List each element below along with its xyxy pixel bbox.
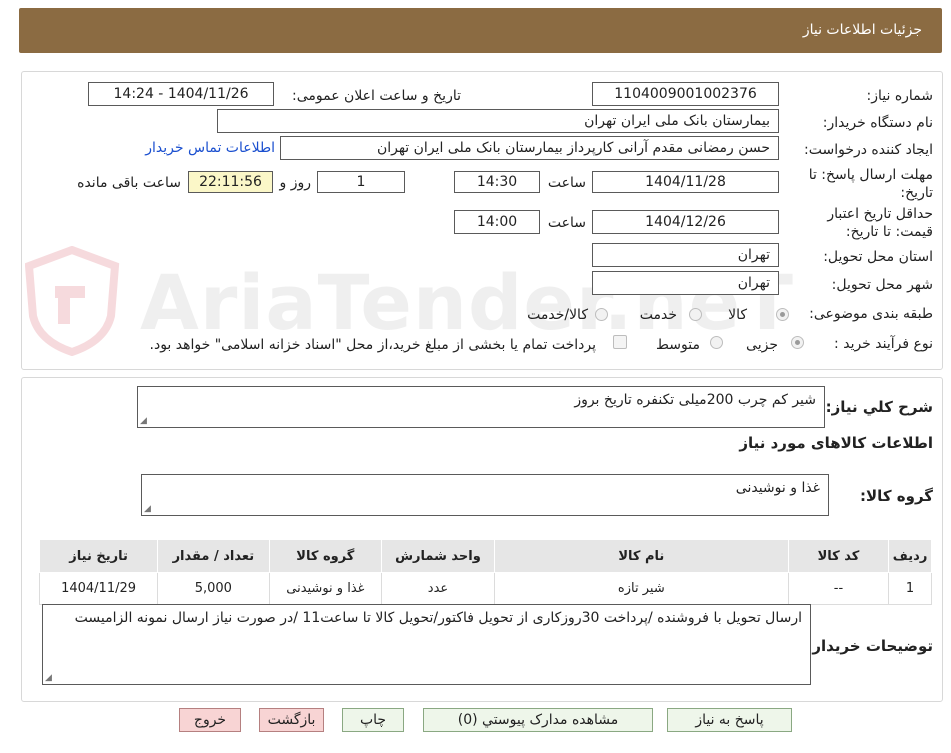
buyer-notes-textarea[interactable]: ارسال تحویل با فروشنده /پرداخت 30روزکاری…: [42, 604, 811, 685]
validity-time-label: ساعت: [547, 215, 586, 231]
category-label: طبقه بندی موضوعی:: [809, 306, 933, 322]
table-header-unit: واحد شمارش: [381, 539, 495, 573]
exit-button[interactable]: خروج: [179, 708, 241, 732]
cell-group: غذا و نوشیدنی: [268, 572, 383, 605]
category-radio-goods-service[interactable]: [595, 308, 608, 321]
requester-field: حسن رمضانی مقدم آرانی کارپرداز بیمارستان…: [280, 136, 779, 160]
cell-code: --: [787, 572, 890, 605]
resize-grip-icon[interactable]: ◢: [144, 504, 151, 514]
cell-name: شیر تازه: [493, 572, 789, 605]
city-field: تهران: [592, 271, 779, 295]
deadline-time-field: 14:30: [454, 171, 540, 193]
validity-label: حداقل تاریخ اعتبار قیمت: تا تاریخ:: [827, 206, 933, 240]
validity-date-field: 1404/12/26: [592, 210, 779, 234]
city-label: شهر محل تحویل:: [831, 277, 933, 293]
table-header-group: گروه کالا: [268, 539, 383, 573]
province-label: استان محل تحویل:: [823, 249, 933, 265]
requester-label: ایجاد کننده درخواست:: [804, 142, 933, 158]
process-radio-partial[interactable]: [791, 336, 804, 349]
announce-label: تاریخ و ساعت اعلان عمومی:: [292, 88, 461, 104]
process-label: نوع فرآیند خرید :: [834, 336, 933, 352]
need-number-field: 1104009001002376: [592, 82, 779, 106]
days-field: 1: [317, 171, 405, 193]
resize-grip-icon[interactable]: ◢: [45, 673, 52, 683]
goods-info-title: اطلاعات کالاهای مورد نیاز: [739, 434, 933, 452]
province-field: تهران: [592, 243, 779, 267]
summary-textarea[interactable]: شیر کم چرب 200میلی تکنفره تاریخ بروز ◢: [137, 386, 825, 428]
treasury-note: پرداخت تمام یا بخشی از مبلغ خرید،از محل …: [149, 337, 596, 353]
table-header-row: ردیف کد کالا نام کالا واحد شمارش گروه کا…: [38, 539, 932, 573]
attachments-button[interactable]: مشاهده مدارک پیوستي (0): [423, 708, 653, 732]
category-option-service: خدمت: [639, 307, 677, 323]
table-header-row-index: ردیف: [888, 539, 932, 573]
cell-quantity: 5,000: [157, 572, 270, 605]
deadline-time-label: ساعت: [547, 175, 586, 191]
cell-row-index: 1: [888, 572, 932, 605]
cell-unit: عدد: [381, 572, 495, 605]
process-option-medium: متوسط: [656, 337, 700, 353]
summary-label: شرح کلي نياز:: [825, 398, 933, 416]
items-table: ردیف کد کالا نام کالا واحد شمارش گروه کا…: [38, 539, 932, 605]
table-header-quantity: تعداد / مقدار: [157, 539, 270, 573]
treasury-checkbox[interactable]: [613, 335, 627, 349]
remaining-label: ساعت باقی مانده: [77, 175, 181, 191]
process-radio-medium[interactable]: [710, 336, 723, 349]
category-option-goods-service: کالا/خدمت: [527, 307, 588, 323]
buyer-contact-link[interactable]: اطلاعات تماس خریدار: [145, 140, 275, 156]
table-row: 1 -- شیر تازه عدد غذا و نوشیدنی 5,000 14…: [38, 572, 932, 605]
reply-button[interactable]: پاسخ به نیاز: [667, 708, 792, 732]
cell-date: 1404/11/29: [38, 572, 159, 605]
goods-group-text: غذا و نوشیدنی: [735, 480, 820, 496]
deadline-date-field: 1404/11/28: [592, 171, 779, 193]
category-option-goods: کالا: [728, 307, 747, 323]
page-title: جزئیات اطلاعات نیاز: [802, 22, 922, 38]
need-number-label: شماره نیاز:: [866, 88, 934, 104]
process-option-partial: جزیی: [746, 337, 778, 353]
back-button[interactable]: بازگشت: [259, 708, 324, 732]
buyer-org-label: نام دستگاه خریدار:: [822, 115, 933, 131]
buyer-org-field: بیمارستان بانک ملی ایران تهران: [217, 109, 779, 133]
remaining-time-field: 22:11:56: [188, 171, 273, 193]
validity-time-field: 14:00: [454, 210, 540, 234]
goods-group-label: گروه کالا:: [860, 487, 933, 505]
days-label: روز و: [279, 175, 312, 191]
deadline-label: مهلت ارسال پاسخ: تا تاریخ:: [808, 167, 933, 201]
summary-text: شیر کم چرب 200میلی تکنفره تاریخ بروز: [574, 392, 816, 408]
table-header-date: تاریخ نیاز: [38, 539, 159, 573]
buyer-notes-text: ارسال تحویل با فروشنده /پرداخت 30روزکاری…: [74, 610, 802, 626]
print-button[interactable]: چاپ: [342, 708, 404, 732]
buyer-notes-label: توضیحات خریدار:: [806, 637, 933, 655]
category-radio-goods[interactable]: [776, 308, 789, 321]
category-radio-service[interactable]: [689, 308, 702, 321]
table-header-name: نام کالا: [493, 539, 789, 573]
goods-group-textarea[interactable]: غذا و نوشیدنی ◢: [141, 474, 829, 516]
announce-field: 1404/11/26 - 14:24: [88, 82, 274, 106]
table-header-code: کد کالا: [787, 539, 890, 573]
title-bar: جزئیات اطلاعات نیاز: [19, 8, 942, 53]
resize-grip-icon[interactable]: ◢: [140, 416, 147, 426]
